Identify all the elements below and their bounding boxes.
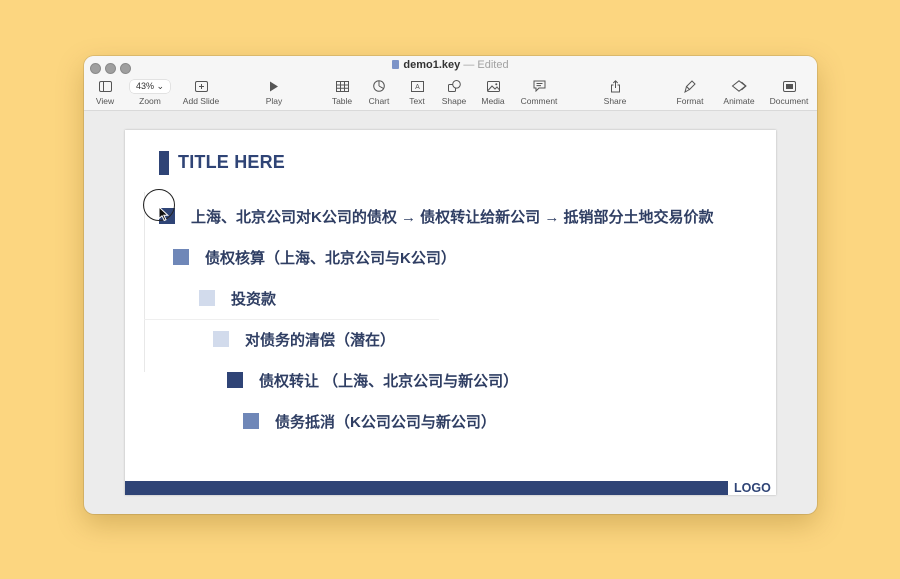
mouse-pointer-icon	[158, 206, 170, 222]
shape-button[interactable]: Shape	[439, 78, 469, 106]
paintbrush-icon	[672, 78, 708, 94]
chevron-down-icon: ⌄	[156, 80, 165, 91]
file-name: demo1.key	[403, 59, 461, 71]
bullet-text[interactable]: 债权转让 （上海、北京公司与新公司）	[259, 370, 518, 391]
slide-title[interactable]: TITLE HERE	[178, 152, 285, 173]
table-icon	[327, 78, 357, 94]
play-label: Play	[265, 96, 283, 106]
share-label: Share	[603, 96, 627, 106]
document-button[interactable]: Document	[767, 78, 811, 106]
add-slide-button[interactable]: Add Slide	[177, 78, 225, 106]
title-separator: —	[463, 59, 475, 71]
animate-label: Animate	[723, 96, 755, 106]
zoom-label: Zoom	[139, 96, 161, 106]
comment-button[interactable]: Comment	[515, 78, 563, 106]
bullet-square	[199, 290, 215, 306]
shape-label: Shape	[441, 96, 467, 106]
svg-text:A: A	[415, 84, 420, 91]
footer-bar	[125, 481, 728, 495]
chart-button[interactable]: Chart	[364, 78, 394, 106]
toolbar: demo1.key — Edited View 43% ⌄ Zoom Add S…	[84, 56, 817, 111]
comment-icon	[515, 78, 563, 94]
table-label: Table	[331, 96, 353, 106]
bullet-square	[227, 372, 243, 388]
alignment-guide	[144, 192, 145, 372]
text-label: Text	[409, 96, 425, 106]
zoom-select[interactable]: 43% ⌄	[129, 79, 171, 93]
bullet-square	[213, 331, 229, 347]
play-button[interactable]: Play	[260, 78, 288, 106]
photo-icon	[478, 78, 508, 94]
bullet-text[interactable]: 对债务的清偿（潜在）	[245, 329, 395, 350]
bullet-text[interactable]: 债权核算（上海、北京公司与K公司）	[205, 247, 456, 268]
format-label: Format	[676, 96, 704, 106]
format-button[interactable]: Format	[672, 78, 708, 106]
bullet-text[interactable]: 债务抵消（K公司公司与新公司）	[275, 411, 496, 432]
edited-status: Edited	[477, 59, 509, 71]
shape-icon	[439, 78, 469, 94]
bullet-square	[243, 413, 259, 429]
text-button[interactable]: A Text	[402, 78, 432, 106]
add-slide-label: Add Slide	[182, 96, 220, 106]
document-icon	[767, 78, 811, 94]
view-button[interactable]: View	[92, 78, 118, 106]
share-icon	[598, 78, 632, 94]
media-label: Media	[481, 96, 505, 106]
document-title: demo1.key — Edited	[84, 59, 817, 71]
animate-icon	[719, 78, 759, 94]
add-slide-icon	[177, 78, 225, 94]
animate-button[interactable]: Animate	[719, 78, 759, 106]
document-label: Document	[769, 96, 809, 106]
bullet-square	[173, 249, 189, 265]
table-button[interactable]: Table	[327, 78, 357, 106]
title-accent-bar	[159, 151, 169, 175]
view-label: View	[95, 96, 115, 106]
logo-text: LOGO	[734, 481, 771, 495]
zoom-control[interactable]: 43% ⌄ Zoom	[128, 78, 172, 106]
bullet-text[interactable]: 上海、北京公司对K公司的债权 → 债权转让给新公司 → 抵销部分土地交易价款	[191, 206, 714, 227]
media-button[interactable]: Media	[478, 78, 508, 106]
keynote-file-icon	[392, 60, 400, 69]
share-button[interactable]: Share	[598, 78, 632, 106]
comment-label: Comment	[520, 96, 558, 106]
play-icon	[260, 78, 288, 94]
alignment-guide	[144, 319, 439, 320]
sidebar-icon	[92, 78, 118, 94]
chart-label: Chart	[368, 96, 390, 106]
zoom-value: 43%	[135, 80, 154, 91]
keynote-window: demo1.key — Edited View 43% ⌄ Zoom Add S…	[84, 56, 817, 514]
text-box-icon: A	[402, 78, 432, 94]
slide-canvas[interactable]: TITLE HERE 上海、北京公司对K公司的债权 → 债权转让给新公司 → 抵…	[125, 130, 776, 495]
chart-icon	[364, 78, 394, 94]
bullet-text[interactable]: 投资款	[231, 288, 276, 309]
